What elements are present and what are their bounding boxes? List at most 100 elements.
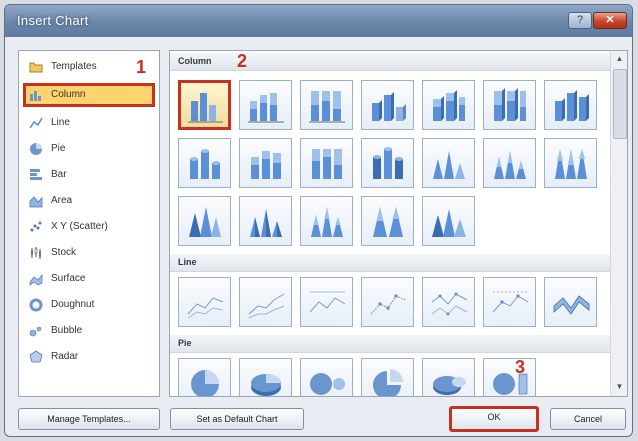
stacked-line-markers-icon (431, 292, 468, 316)
stacked-cylinder-icon (251, 151, 281, 179)
gallery-scrollbar[interactable]: ▲ ▼ (610, 51, 627, 396)
chart-thumb-clustered-column[interactable] (178, 80, 231, 130)
sidebar-item-pie[interactable]: Pie (23, 137, 155, 161)
ok-button[interactable]: OK (449, 406, 539, 432)
sidebar-item-stock[interactable]: Stock (23, 241, 155, 265)
chart-thumb-clustered-cone[interactable] (422, 138, 475, 188)
sidebar-item-surface[interactable]: Surface (23, 267, 155, 291)
cancel-button[interactable]: Cancel (550, 408, 626, 430)
sidebar-item-label: Line (51, 117, 70, 128)
chart-thumb-exploded-pie[interactable] (361, 358, 414, 396)
scroll-up-icon[interactable]: ▲ (611, 51, 627, 67)
chart-thumb-3d-exploded-pie[interactable] (422, 358, 475, 396)
insert-chart-dialog: Insert Chart ? ✕ Templates Column Line P… (4, 4, 633, 437)
scroll-thumb[interactable] (613, 69, 627, 139)
chart-thumb-clustered-cylinder[interactable] (178, 138, 231, 188)
percent-stacked-line-icon (309, 291, 346, 313)
percent-stacked-cylinder-icon (312, 149, 342, 179)
chart-thumb-line[interactable] (178, 277, 231, 327)
sidebar-item-label: Column (51, 89, 86, 100)
chart-thumb-100-stacked-cylinder[interactable] (300, 138, 353, 188)
3d-clustered-column-icon (372, 92, 406, 121)
chart-thumb-stacked-column[interactable] (239, 80, 292, 130)
section-title: Column (178, 56, 212, 66)
manage-templates-button[interactable]: Manage Templates... (18, 408, 160, 430)
3d-pie-icon (251, 374, 281, 396)
section-header-column: Column (170, 53, 610, 71)
percent-stacked-cone-icon (555, 149, 587, 179)
sidebar-item-doughnut[interactable]: Doughnut (23, 293, 155, 317)
section-title: Line (178, 257, 197, 267)
stock-chart-icon (31, 247, 41, 259)
chart-thumb-bar-of-pie[interactable] (483, 358, 536, 396)
help-button[interactable]: ? (568, 12, 592, 29)
chart-thumb-clustered-pyramid[interactable] (239, 196, 292, 246)
area-chart-icon (29, 196, 43, 208)
chart-gallery: Column Line Pie ▲ ▼ (169, 50, 628, 397)
sidebar-item-scatter[interactable]: X Y (Scatter) (23, 215, 155, 239)
radar-chart-icon (29, 350, 43, 363)
sidebar-item-label: Stock (51, 247, 77, 258)
chart-thumb-3d-cone[interactable] (178, 196, 231, 246)
close-button[interactable]: ✕ (593, 12, 627, 29)
chart-thumb-pie-of-pie[interactable] (300, 358, 353, 396)
chart-thumb-3d-stacked-column[interactable] (422, 80, 475, 130)
chart-thumb-3d-clustered-column[interactable] (361, 80, 414, 130)
3d-stacked-column-icon (433, 90, 465, 121)
sidebar-item-label: Area (51, 195, 73, 206)
stacked-cone-icon (494, 151, 526, 179)
3d-cylinder-icon (373, 147, 403, 179)
sidebar-item-bubble[interactable]: Bubble (23, 319, 155, 343)
stacked-pyramid-icon (311, 207, 343, 237)
clustered-column-icon (188, 93, 223, 123)
chart-thumb-stacked-line[interactable] (239, 277, 292, 327)
chart-thumb-line-markers[interactable] (361, 277, 414, 327)
sidebar-item-bar[interactable]: Bar (23, 163, 155, 187)
step-marker-1: 1 (136, 57, 147, 77)
bubble-chart-icon (29, 326, 42, 337)
percent-stacked-line-markers-icon (492, 291, 529, 313)
step-marker-3: 3 (515, 357, 526, 377)
pyramid-column-icon (250, 209, 282, 237)
exploded-pie-icon (373, 369, 403, 396)
chart-thumb-100-stacked-column[interactable] (300, 80, 353, 130)
chart-thumb-100-stacked-line[interactable] (300, 277, 353, 327)
sidebar-item-area[interactable]: Area (23, 189, 155, 213)
chart-thumb-stacked-line-markers[interactable] (422, 277, 475, 327)
3d-pyramid-icon (432, 209, 466, 237)
chart-thumb-3d-100-stacked-column[interactable] (483, 80, 536, 130)
scatter-chart-icon (30, 221, 42, 232)
chart-thumb-3d-pyramid[interactable] (422, 196, 475, 246)
sidebar-item-label: Templates (51, 61, 97, 72)
scroll-down-icon[interactable]: ▼ (611, 379, 627, 395)
line-markers-icon (370, 294, 407, 315)
set-default-chart-button[interactable]: Set as Default Chart (170, 408, 304, 430)
chart-thumb-3d-line[interactable] (544, 277, 597, 327)
chart-thumb-3d-pie[interactable] (239, 358, 292, 396)
chart-thumb-3d-column[interactable] (544, 80, 597, 130)
chart-thumb-3d-cylinder[interactable] (361, 138, 414, 188)
line-chart-icon (29, 117, 43, 129)
doughnut-chart-icon (29, 298, 43, 312)
dialog-title: Insert Chart (17, 13, 89, 28)
sidebar-item-label: Pie (51, 143, 66, 154)
cone-column-icon (433, 151, 465, 179)
chart-thumb-100-stacked-line-markers[interactable] (483, 277, 536, 327)
chart-thumb-stacked-cylinder[interactable] (239, 138, 292, 188)
chart-thumb-pie[interactable] (178, 358, 231, 396)
pie-of-pie-icon (310, 373, 345, 395)
3d-column-icon (555, 90, 589, 121)
chart-thumb-100-stacked-pyramid[interactable] (361, 196, 414, 246)
sidebar-item-radar[interactable]: Radar (23, 345, 155, 369)
3d-exploded-pie-icon (433, 376, 466, 395)
sidebar-item-column[interactable]: Column (23, 83, 155, 107)
sidebar-item-line[interactable]: Line (23, 111, 155, 135)
line-icon (187, 297, 224, 319)
chart-thumb-stacked-cone[interactable] (483, 138, 536, 188)
3d-cone-icon (189, 207, 221, 237)
percent-stacked-pyramid-icon (373, 207, 403, 237)
chart-thumb-100-stacked-cone[interactable] (544, 138, 597, 188)
chart-thumb-stacked-pyramid[interactable] (300, 196, 353, 246)
folder-icon (29, 62, 43, 73)
bar-chart-icon (30, 169, 42, 180)
